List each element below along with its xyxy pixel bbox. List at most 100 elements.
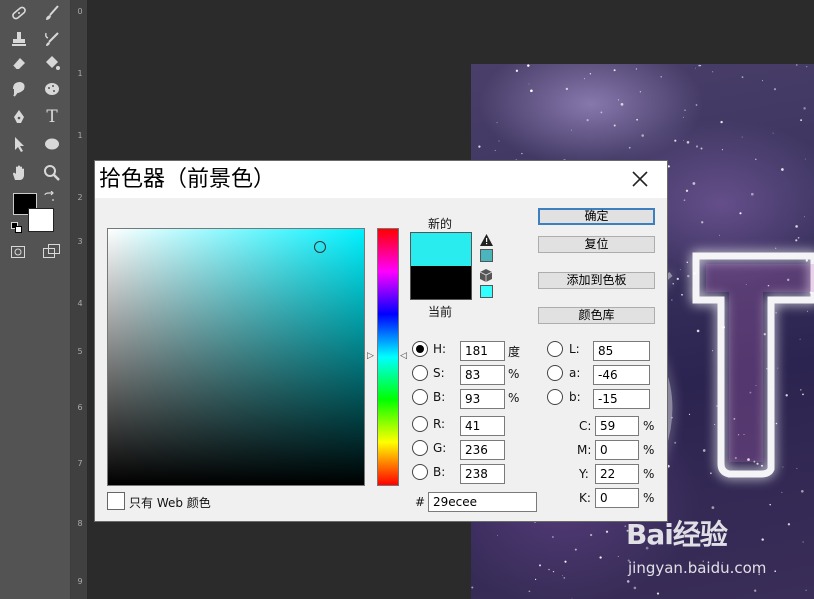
web-safe-color-swatch[interactable] [480,285,493,298]
hex-field[interactable]: 29ecee [428,492,537,512]
eraser-icon[interactable] [5,52,33,74]
black-label: K: [579,491,591,505]
baidu-watermark: Bai经验 jingyan.baidu.com [626,513,812,585]
add-to-swatches-button[interactable]: 添加到色板 [538,272,655,289]
hue-radio[interactable] [412,341,428,357]
magenta-field[interactable]: 0 [595,440,639,460]
ellipse-icon[interactable] [38,133,66,155]
default-colors-icon[interactable] [11,222,23,234]
close-icon[interactable] [629,168,651,190]
yellow-label: Y: [579,467,589,481]
cyan-field[interactable]: 59 [595,416,639,436]
hue-field[interactable]: 181 [460,341,505,361]
blue-radio[interactable] [412,464,428,480]
hue-label: H: [433,342,447,356]
watermark-url: jingyan.baidu.com [628,559,767,577]
red-label: R: [433,417,446,431]
web-colors-only-checkbox[interactable] [107,492,125,510]
ruler-number: 6 [77,403,83,412]
magenta-label: M: [577,443,592,457]
pen-icon[interactable] [5,106,33,128]
black-unit: % [643,491,655,505]
brightness-radio[interactable] [412,389,428,405]
lab-b-label: b: [569,390,581,404]
saturation-field[interactable]: 83 [460,365,505,385]
zoom-icon[interactable] [38,162,66,184]
magenta-unit: % [643,443,655,457]
brightness-field[interactable]: 93 [460,389,505,409]
vertical-ruler: 0 1 1 2 3 4 5 6 7 8 9 [71,0,88,599]
lab-l-radio[interactable] [547,341,563,357]
dialog-title: 拾色器（前景色） [99,167,276,192]
dialog-titlebar[interactable]: 拾色器（前景色） [95,161,667,198]
smudge-icon[interactable] [5,78,33,100]
saturation-unit: % [508,367,520,381]
hue-unit: 度 [508,345,521,359]
current-color-label: 当前 [428,305,453,319]
brightness-unit: % [508,391,520,405]
lab-a-label: a: [569,366,581,380]
quick-mask-icon[interactable] [11,246,25,258]
ruler-number: 3 [77,237,83,246]
lab-a-radio[interactable] [547,365,563,381]
gamut-color-swatch[interactable] [480,249,493,262]
ruler-number: 0 [77,7,83,16]
hand-icon[interactable] [5,162,33,184]
lab-b-radio[interactable] [547,389,563,405]
red-field[interactable]: 41 [460,416,505,436]
ruler-number: 4 [77,299,83,308]
type-icon[interactable]: T [38,106,66,128]
lab-l-field[interactable]: 85 [593,341,650,361]
ruler-number: 7 [77,459,83,468]
out-of-gamut-warning-icon[interactable] [480,234,493,246]
color-libraries-button[interactable]: 颜色库 [538,307,655,324]
history-brush-icon[interactable] [38,28,66,50]
saturation-brightness-field[interactable] [107,228,365,486]
blue-field[interactable]: 238 [460,464,505,484]
color-picker-dialog: 拾色器（前景色） ▷ ◁ 新的 当前 确定 复位 添加到色板 颜色库 H: 18… [94,160,668,522]
red-radio[interactable] [412,416,428,432]
ok-button[interactable]: 确定 [538,208,655,225]
ruler-number: 5 [77,347,83,356]
toolbox: T [0,0,71,599]
ruler-number: 9 [77,577,83,586]
screen-mode-icon[interactable] [43,244,61,259]
green-radio[interactable] [412,440,428,456]
lab-b-field[interactable]: -15 [593,389,650,409]
yellow-unit: % [643,467,655,481]
sponge-icon[interactable] [38,78,66,100]
lab-a-field[interactable]: -46 [593,365,650,385]
ruler-number: 2 [77,193,83,202]
ruler-number: 1 [77,69,83,78]
paint-bucket-icon[interactable] [38,52,66,74]
yellow-field[interactable]: 22 [595,464,639,484]
blue-label: B: [433,465,446,479]
color-field-cursor[interactable] [314,241,326,253]
brush-icon[interactable] [38,2,66,24]
hue-slider[interactable] [377,228,399,486]
ruler-number: 8 [77,519,83,528]
ruler-number: 1 [77,131,83,140]
lab-l-label: L: [569,342,580,356]
healing-brush-icon[interactable] [5,2,33,24]
green-label: G: [433,441,447,455]
reset-button[interactable]: 复位 [538,236,655,253]
cyan-unit: % [643,419,655,433]
background-color-swatch[interactable] [28,208,54,232]
path-selection-icon[interactable] [5,133,33,155]
new-color-label: 新的 [428,217,453,231]
hue-slider-left-arrow-icon[interactable]: ▷ [367,351,374,361]
current-color-swatch[interactable] [410,266,472,300]
saturation-label: S: [433,366,445,380]
swap-colors-icon[interactable] [43,190,55,203]
brightness-label: B: [433,390,446,404]
web-safe-cube-icon[interactable] [479,269,493,282]
hex-label: # [415,495,426,509]
hue-slider-right-arrow-icon[interactable]: ◁ [400,351,407,361]
black-field[interactable]: 0 [595,488,639,508]
new-color-swatch [410,232,472,266]
saturation-radio[interactable] [412,365,428,381]
green-field[interactable]: 236 [460,440,505,460]
clone-stamp-icon[interactable] [5,28,33,50]
cyan-label: C: [579,419,592,433]
